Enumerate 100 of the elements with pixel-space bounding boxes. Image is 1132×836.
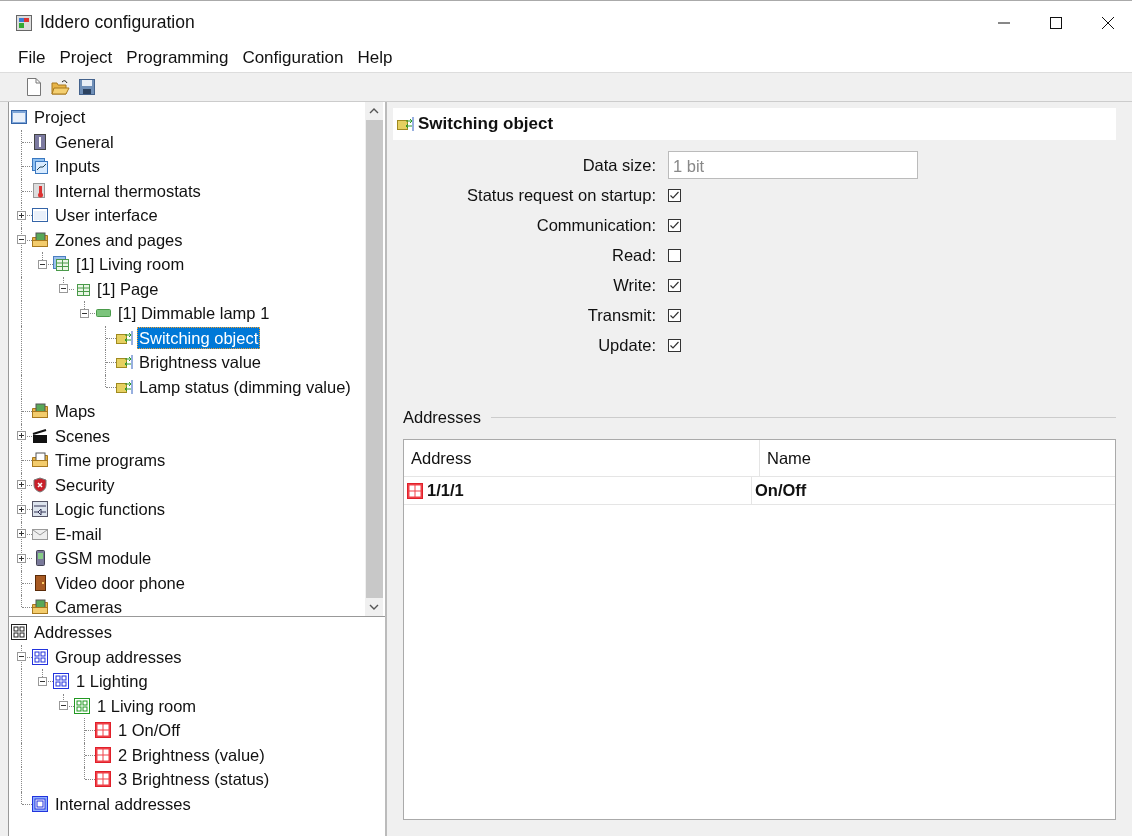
tree-item[interactable]: 3 Brightness (status)	[116, 768, 272, 791]
tree-toggle[interactable]	[17, 210, 26, 220]
object-arrows-icon	[116, 329, 133, 346]
address-grid-icon	[74, 697, 91, 714]
tree-toggle[interactable]	[17, 431, 26, 441]
tree-toggle[interactable]	[38, 676, 47, 686]
address-grid-icon	[53, 673, 70, 690]
tree-item[interactable]: E-mail	[53, 522, 104, 545]
tree-item[interactable]: [1] Dimmable lamp 1	[116, 302, 272, 325]
tree-item[interactable]: Lamp status (dimming value)	[137, 375, 353, 398]
tree-item[interactable]: User interface	[53, 204, 160, 227]
info-panel-icon	[32, 133, 49, 150]
logic-diagram-icon	[32, 501, 49, 518]
clock-folder-icon	[32, 452, 49, 469]
close-icon[interactable]	[1102, 16, 1114, 29]
tree-item[interactable]: Maps	[53, 400, 98, 423]
object-arrows-icon	[116, 354, 133, 371]
tree-item[interactable]: Addresses	[32, 621, 114, 644]
address-square-icon	[32, 795, 49, 812]
folder-icon	[32, 231, 49, 248]
field-label: Update:	[597, 335, 656, 356]
app-icon	[16, 14, 32, 31]
field-label: Communication:	[535, 215, 656, 236]
tree-toggle[interactable]	[17, 652, 26, 662]
field-label: Data size:	[581, 155, 656, 176]
maximize-icon[interactable]	[1050, 16, 1062, 29]
tree-toggle[interactable]	[80, 308, 89, 318]
address-grid-icon	[95, 746, 112, 763]
checkbox[interactable]	[668, 248, 681, 262]
field-label: Write:	[612, 275, 656, 296]
tree-item[interactable]: GSM module	[53, 547, 154, 570]
menu-item[interactable]: Programming	[126, 48, 229, 68]
tree-toggle[interactable]	[17, 529, 26, 539]
tree-item[interactable]: Time programs	[53, 449, 168, 472]
field-label: Transmit:	[586, 305, 656, 326]
tree-item[interactable]: 2 Brightness (value)	[116, 743, 267, 766]
menu-item[interactable]: Configuration	[242, 48, 344, 68]
checkbox[interactable]	[668, 188, 681, 202]
table-cell: 1/1/1	[427, 481, 464, 500]
table-cell: On/Off	[755, 481, 807, 500]
tree-item[interactable]: Security	[53, 473, 117, 496]
window-title: Iddero configuration	[40, 12, 195, 33]
tree-item[interactable]: Internal addresses	[53, 792, 193, 815]
tree-toggle[interactable]	[59, 284, 68, 294]
tree-item[interactable]: [1] Living room	[74, 253, 187, 276]
checkbox[interactable]	[668, 278, 681, 292]
address-grid-icon	[407, 482, 423, 499]
tree-item[interactable]: Brightness value	[137, 351, 263, 374]
door-icon	[32, 574, 49, 591]
checkbox[interactable]	[668, 218, 681, 232]
tree-item[interactable]: [1] Page	[95, 277, 161, 300]
tree-item[interactable]: Project	[32, 106, 88, 129]
scroll-down-icon[interactable]	[369, 604, 379, 610]
column-header[interactable]: Name	[760, 440, 1115, 476]
tree-item[interactable]: 1 Living room	[95, 694, 199, 717]
tree-toggle[interactable]	[17, 553, 26, 563]
tree-item[interactable]: Scenes	[53, 424, 113, 447]
tree-item[interactable]: Logic functions	[53, 498, 168, 521]
address-grid-icon	[11, 624, 28, 641]
tree-toggle[interactable]	[17, 235, 26, 245]
scrollbar[interactable]	[365, 102, 383, 616]
tree-item[interactable]: 1 On/Off	[116, 719, 183, 742]
clapperboard-icon	[32, 427, 49, 444]
save-icon[interactable]	[79, 79, 95, 95]
tree-item[interactable]: Internal thermostats	[53, 179, 203, 202]
object-arrows-icon	[116, 378, 133, 395]
menu-item[interactable]: Project	[59, 48, 113, 68]
tree-item[interactable]: Cameras	[53, 596, 124, 616]
menu-item[interactable]: Help	[357, 48, 393, 68]
address-grid-icon	[32, 648, 49, 665]
tree-item[interactable]: General	[53, 130, 116, 153]
field-label: Status request on startup:	[466, 185, 656, 206]
checkbox[interactable]	[668, 308, 681, 322]
open-folder-icon[interactable]	[51, 78, 70, 96]
zone-grid-icon	[53, 256, 70, 273]
shield-icon	[32, 476, 49, 493]
group-title: Addresses	[403, 408, 481, 427]
tree-item[interactable]: Video door phone	[53, 571, 187, 594]
tree-item[interactable]: Group addresses	[53, 645, 184, 668]
input-chart-icon	[32, 158, 49, 175]
tree-toggle[interactable]	[17, 504, 26, 514]
tree-toggle[interactable]	[17, 480, 26, 490]
checkbox[interactable]	[668, 338, 681, 352]
tree-toggle[interactable]	[59, 701, 68, 711]
detail-title: Switching object	[418, 114, 554, 134]
object-arrows-icon	[397, 116, 414, 132]
column-header[interactable]: Address	[404, 440, 760, 476]
field-label: Read:	[610, 245, 656, 266]
tree-item[interactable]: Zones and pages	[53, 228, 185, 251]
tree-toggle[interactable]	[38, 259, 47, 269]
scroll-up-icon[interactable]	[369, 108, 379, 114]
menu-item[interactable]: File	[18, 48, 46, 68]
tree-item[interactable]: Inputs	[53, 155, 102, 178]
tree-item[interactable]: Switching object	[137, 326, 261, 349]
map-folder-icon	[32, 403, 49, 420]
tree-item[interactable]: 1 Lighting	[74, 670, 150, 693]
window-icon	[11, 109, 28, 126]
window-icon	[32, 207, 49, 224]
address-grid-icon	[95, 722, 112, 739]
new-file-icon[interactable]	[26, 78, 42, 96]
